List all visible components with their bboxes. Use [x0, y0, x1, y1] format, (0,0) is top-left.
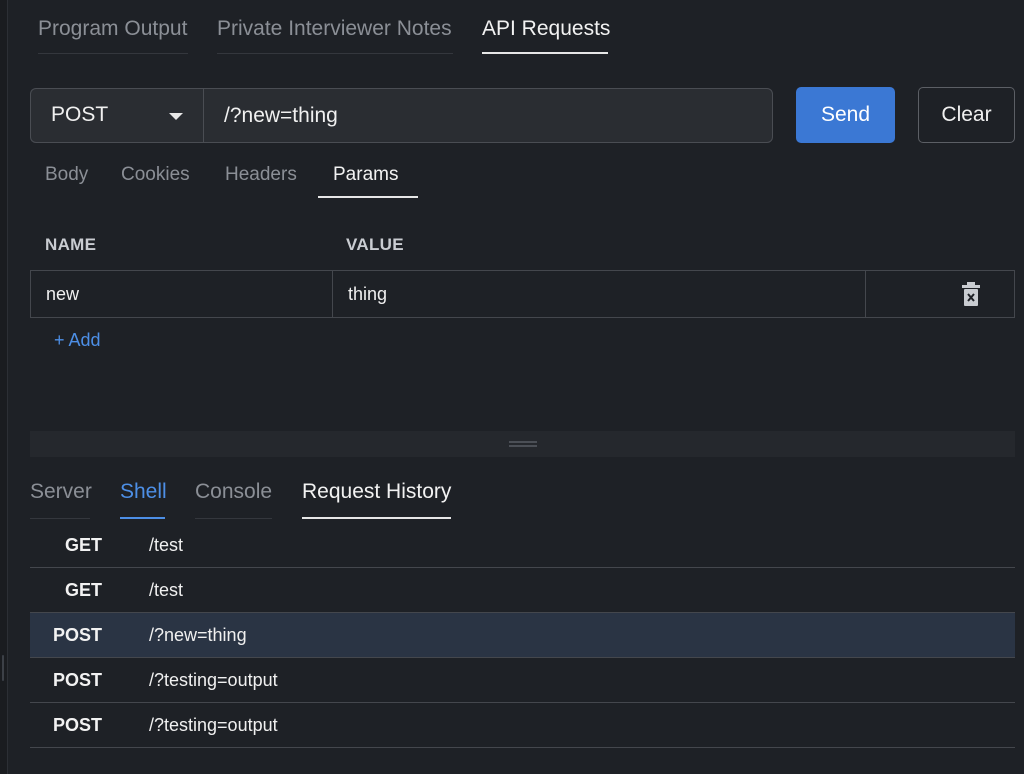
add-param-button[interactable]: + Add	[54, 330, 101, 351]
request-history-list: GET /test GET /test POST /?new=thing POS…	[30, 523, 1015, 748]
param-row: new thing	[30, 270, 1015, 318]
history-path: /test	[149, 535, 184, 555]
history-method: POST	[52, 625, 102, 645]
splitter-grip-icon	[509, 441, 537, 443]
clear-button[interactable]: Clear	[918, 87, 1015, 143]
history-row-selected[interactable]: POST /?new=thing	[30, 613, 1015, 658]
param-name-cell[interactable]: new	[31, 271, 333, 317]
api-requests-panel: Program Output Private Interviewer Notes…	[0, 0, 1024, 774]
history-path: /?new=thing	[149, 625, 247, 645]
left-resize-edge[interactable]	[0, 0, 8, 774]
history-method: POST	[52, 715, 102, 735]
history-row[interactable]: GET /test	[30, 523, 1015, 568]
send-button[interactable]: Send	[796, 87, 895, 143]
trash-icon[interactable]	[961, 282, 981, 306]
tab-program-output[interactable]: Program Output	[38, 14, 188, 54]
tab-server[interactable]: Server	[30, 480, 92, 519]
param-action-cell	[866, 271, 1014, 317]
splitter-grip-icon	[509, 445, 537, 447]
active-tab-indicator	[318, 196, 418, 198]
column-header-name: NAME	[45, 235, 97, 254]
history-path: /test	[149, 580, 184, 600]
tab-api-requests[interactable]: API Requests	[482, 14, 610, 54]
param-name: new	[46, 284, 80, 304]
tab-request-history[interactable]: Request History	[302, 480, 451, 519]
method-select[interactable]: POST	[30, 88, 204, 143]
tab-cookies[interactable]: Cookies	[121, 164, 190, 198]
tab-console[interactable]: Console	[195, 480, 272, 519]
chevron-down-icon	[169, 113, 183, 120]
param-value-cell[interactable]: thing	[333, 271, 866, 317]
history-row[interactable]: POST /?testing=output	[30, 703, 1015, 748]
history-row[interactable]: POST /?testing=output	[30, 658, 1015, 703]
tab-private-interviewer-notes[interactable]: Private Interviewer Notes	[217, 14, 453, 54]
history-row[interactable]: GET /test	[30, 568, 1015, 613]
tab-params[interactable]: Params	[333, 164, 398, 198]
panel-splitter[interactable]	[30, 431, 1015, 457]
url-input[interactable]	[203, 88, 773, 143]
history-path: /?testing=output	[149, 715, 278, 735]
history-method: GET	[64, 580, 102, 600]
tab-shell[interactable]: Shell	[120, 480, 167, 519]
history-path: /?testing=output	[149, 670, 278, 690]
history-method: POST	[52, 670, 102, 690]
tab-headers[interactable]: Headers	[225, 164, 297, 198]
history-method: GET	[64, 535, 102, 555]
column-header-value: VALUE	[346, 235, 404, 254]
param-value: thing	[348, 284, 388, 304]
tab-body[interactable]: Body	[45, 164, 88, 198]
resize-grip-icon[interactable]	[2, 655, 4, 681]
method-select-value: POST	[51, 103, 109, 126]
